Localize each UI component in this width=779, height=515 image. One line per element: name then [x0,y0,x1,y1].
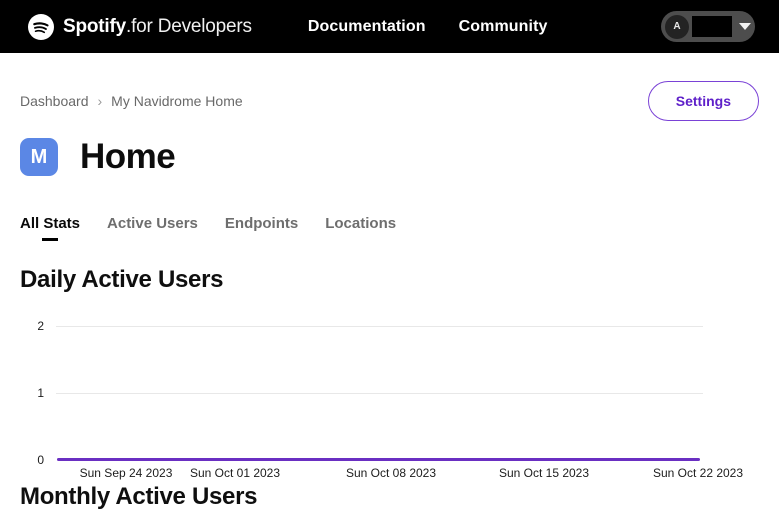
x-axis-tick-label: Sun Oct 08 2023 [346,466,436,480]
breadcrumb-separator-icon: › [98,93,103,109]
monthly-active-users-heading: Monthly Active Users [20,485,759,509]
settings-button[interactable]: Settings [648,81,759,121]
tab-endpoints[interactable]: Endpoints [225,215,298,241]
daily-active-users-series-line [57,458,700,461]
profile-menu[interactable]: A [661,11,755,42]
nav-documentation[interactable]: Documentation [308,18,426,36]
tab-active-users[interactable]: Active Users [107,215,198,241]
x-axis-tick-label: Sun Oct 15 2023 [499,466,589,480]
breadcrumb-dashboard[interactable]: Dashboard [20,93,89,109]
breadcrumb-row: Dashboard › My Navidrome Home Settings [20,53,759,137]
page-title: Home [80,137,175,177]
spotify-developers-brand[interactable]: Spotify.for Developers [28,14,252,40]
topbar: Spotify.for Developers Documentation Com… [0,0,779,53]
daily-active-users-heading: Daily Active Users [20,268,759,292]
x-axis-tick-label: Sun Oct 01 2023 [190,466,280,480]
chart-gridline [56,393,703,394]
top-navigation: Documentation Community [308,18,548,36]
tab-locations[interactable]: Locations [325,215,396,241]
spotify-logo-icon [28,14,54,40]
profile-name-redacted [692,16,732,37]
chart-gridline [56,326,703,327]
main-content: Dashboard › My Navidrome Home Settings M… [0,53,779,509]
brand-secondary: .for Developers [126,16,252,37]
nav-community[interactable]: Community [459,18,548,36]
breadcrumb-current-app: My Navidrome Home [111,93,242,109]
y-axis-tick-label: 2 [20,319,44,333]
y-axis-tick-label: 1 [20,386,44,400]
app-avatar: M [20,138,58,176]
tab-all-stats[interactable]: All Stats [20,215,80,241]
daily-active-users-chart: 0 1 2 Sun Sep 24 2023 Sun Oct 01 2023 Sun Oct… [20,292,759,484]
stats-tabs: All Stats Active Users Endpoints Locatio… [20,215,759,241]
chevron-down-icon [739,23,751,30]
y-axis-tick-label: 0 [20,453,44,467]
profile-avatar: A [665,15,689,39]
app-title-row: M Home [20,137,759,177]
x-axis-tick-label: Sun Sep 24 2023 [80,466,173,480]
brand-text: Spotify.for Developers [63,16,252,38]
x-axis-tick-label: Sun Oct 22 2023 [653,466,743,480]
brand-primary: Spotify [63,16,126,37]
